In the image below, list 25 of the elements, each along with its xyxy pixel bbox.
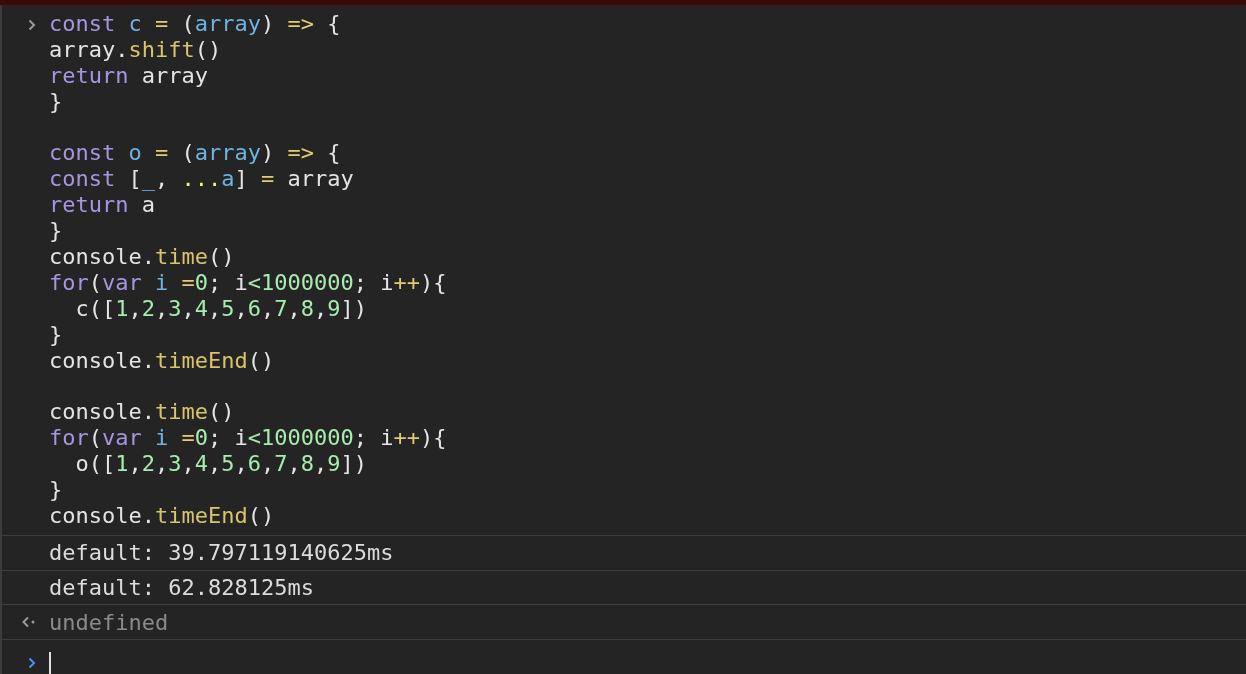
code-line: const [_, ...a] = array [49, 166, 355, 193]
code-line: } [49, 321, 64, 348]
chevron-icon [27, 19, 36, 31]
code-line: for(var i =0; i<1000000; i++){ [49, 425, 447, 452]
code-line: const c = (array) => { [49, 11, 342, 37]
code-line: console.time() [49, 399, 236, 426]
code-line: c([1,2,3,4,5,6,7,8,9]) [74, 295, 368, 322]
code-line: array.shift() [49, 36, 223, 63]
code-line: console.timeEnd() [49, 347, 276, 374]
log-message: default: 62.828125ms [49, 573, 314, 602]
code-line: } [49, 477, 64, 503]
code-line: for(var i =0; i<1000000; i++){ [49, 269, 447, 296]
return-arrow-icon [21, 616, 36, 629]
log-message: default: 39.797119140625ms [49, 539, 394, 568]
code-line: o([1,2,3,4,5,6,7,8,9]) [74, 451, 368, 478]
code-line: return array [49, 62, 209, 89]
code-line: const o = (array) => { [49, 140, 342, 167]
prompt-chevron-icon [27, 657, 36, 669]
result-text: undefined [49, 608, 169, 637]
code-line: } [49, 88, 64, 115]
code-line: console.time() [49, 244, 236, 270]
text-cursor [49, 652, 51, 674]
code-line: console.timeEnd() [49, 502, 276, 529]
code-line: return a [49, 192, 156, 219]
code-line: } [49, 218, 64, 244]
